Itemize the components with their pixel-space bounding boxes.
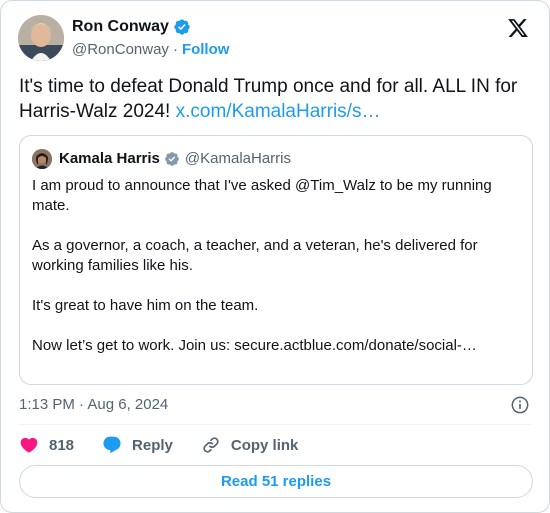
tweet-embed-card: Ron Conway @RonConway · Follow It's time…: [0, 0, 550, 513]
quoted-paragraph: As a governor, a coach, a teacher, and a…: [32, 237, 478, 274]
copy-link-label: Copy link: [230, 436, 299, 454]
gray-verified-badge-icon: [164, 151, 180, 167]
author-name[interactable]: Ron Conway: [72, 18, 169, 36]
tweet-link[interactable]: x.com/KamalaHarris/s…: [176, 101, 381, 122]
author-name-row[interactable]: Ron Conway: [72, 18, 191, 36]
like-button[interactable]: 818: [19, 435, 74, 455]
read-replies-button[interactable]: Read 51 replies: [19, 465, 533, 498]
quoted-paragraph: I am proud to announce that I've asked @…: [32, 177, 492, 214]
tweet-timestamp[interactable]: 1:13 PM · Aug 6, 2024: [19, 396, 168, 413]
quoted-paragraph: It's great to have him on the team.: [32, 297, 259, 314]
quoted-author-row: Kamala Harris @KamalaHarris: [59, 150, 291, 167]
x-logo-icon[interactable]: [507, 17, 529, 39]
quoted-paragraph: Now let’s get to work. Join us: secure.a…: [32, 337, 477, 354]
verified-badge-icon: [173, 18, 191, 36]
quoted-author-handle: @KamalaHarris: [184, 150, 291, 167]
reply-button[interactable]: Reply: [102, 435, 173, 455]
quoted-author-avatar: [32, 149, 52, 169]
follow-button[interactable]: Follow: [182, 41, 230, 58]
heart-icon: [20, 437, 38, 453]
info-icon[interactable]: [510, 395, 530, 415]
like-count: 818: [49, 436, 75, 454]
divider: [19, 424, 531, 425]
copy-link-button[interactable]: Copy link: [201, 435, 299, 455]
reply-bubble-icon: [103, 436, 121, 454]
separator-dot: ·: [172, 41, 178, 58]
author-handle[interactable]: @RonConway: [72, 41, 169, 58]
tweet-text: It's time to defeat Donald Trump once an…: [19, 74, 539, 124]
quoted-tweet-text: I am proud to announce that I've asked @…: [32, 176, 522, 356]
author-handle-row: @RonConway · Follow: [72, 41, 229, 58]
quoted-tweet[interactable]: Kamala Harris @KamalaHarris I am proud t…: [19, 135, 533, 385]
action-bar: 818 Reply Copy link: [19, 434, 326, 456]
author-avatar[interactable]: [18, 15, 64, 61]
quoted-author-name: Kamala Harris: [59, 150, 160, 167]
link-icon: [203, 437, 219, 453]
reply-label: Reply: [132, 436, 173, 454]
